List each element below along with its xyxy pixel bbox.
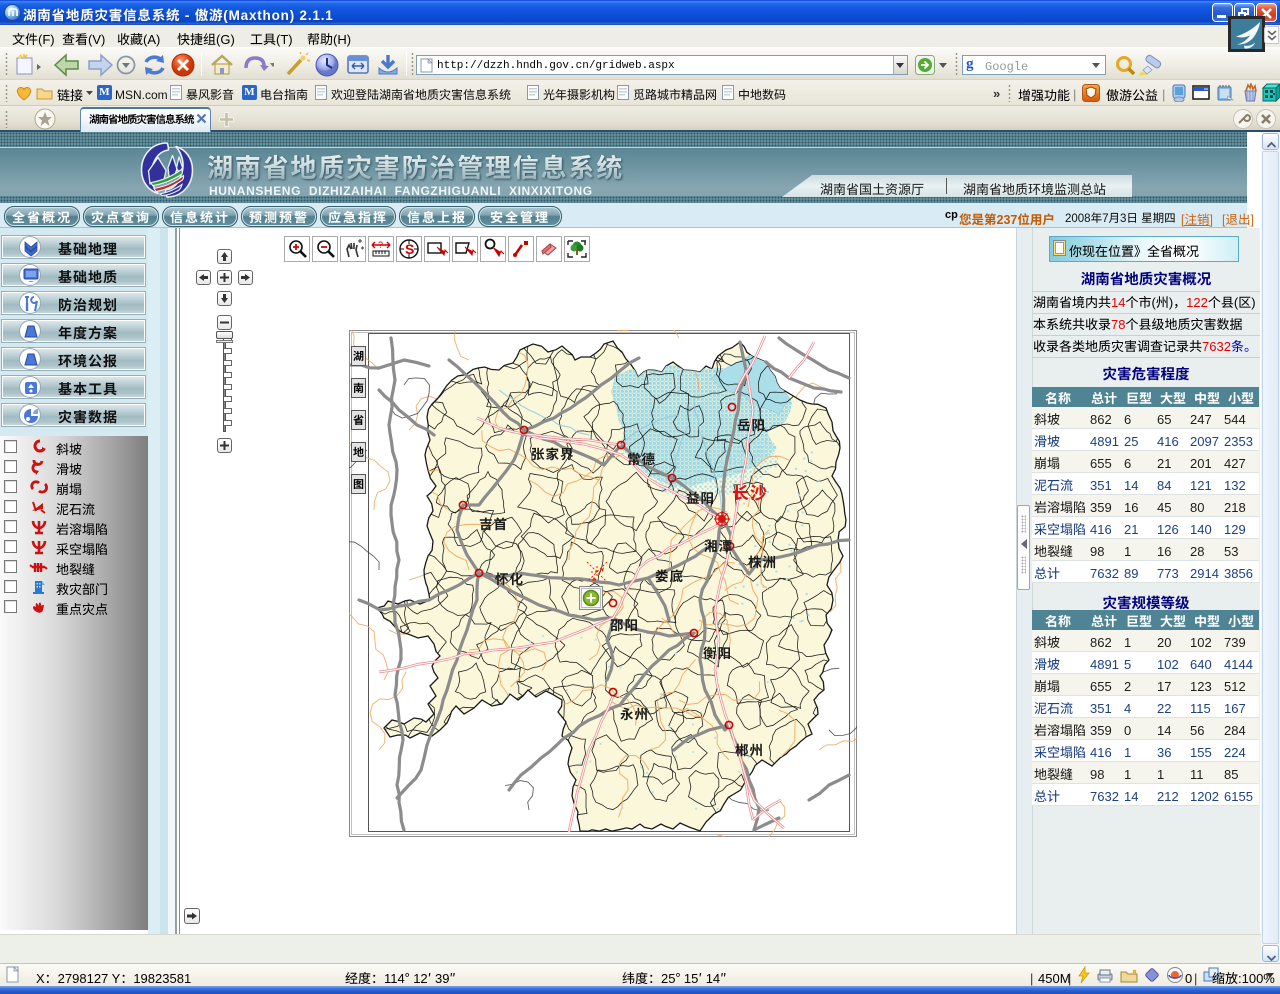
svg-text:岳阳: 岳阳 (737, 414, 766, 434)
svg-text:郴州: 郴州 (735, 739, 764, 759)
svg-text:邵阳: 邵阳 (610, 614, 639, 634)
svg-text:怀化: 怀化 (495, 568, 524, 588)
svg-text:湘潭: 湘潭 (704, 535, 733, 555)
svg-text:吉首: 吉首 (479, 513, 508, 533)
svg-text:常德: 常德 (627, 448, 656, 468)
svg-text:?: ? (378, 238, 383, 251)
svg-text:永州: 永州 (620, 703, 649, 723)
svg-text:长沙: 长沙 (732, 479, 768, 504)
svg-text:益阳: 益阳 (686, 487, 715, 507)
svg-text:衡阳: 衡阳 (703, 642, 732, 662)
svg-text:张家界: 张家界 (531, 443, 575, 463)
svg-text:娄底: 娄底 (655, 565, 684, 585)
svg-text:S: S (405, 239, 414, 259)
svg-text:株洲: 株洲 (748, 551, 777, 571)
